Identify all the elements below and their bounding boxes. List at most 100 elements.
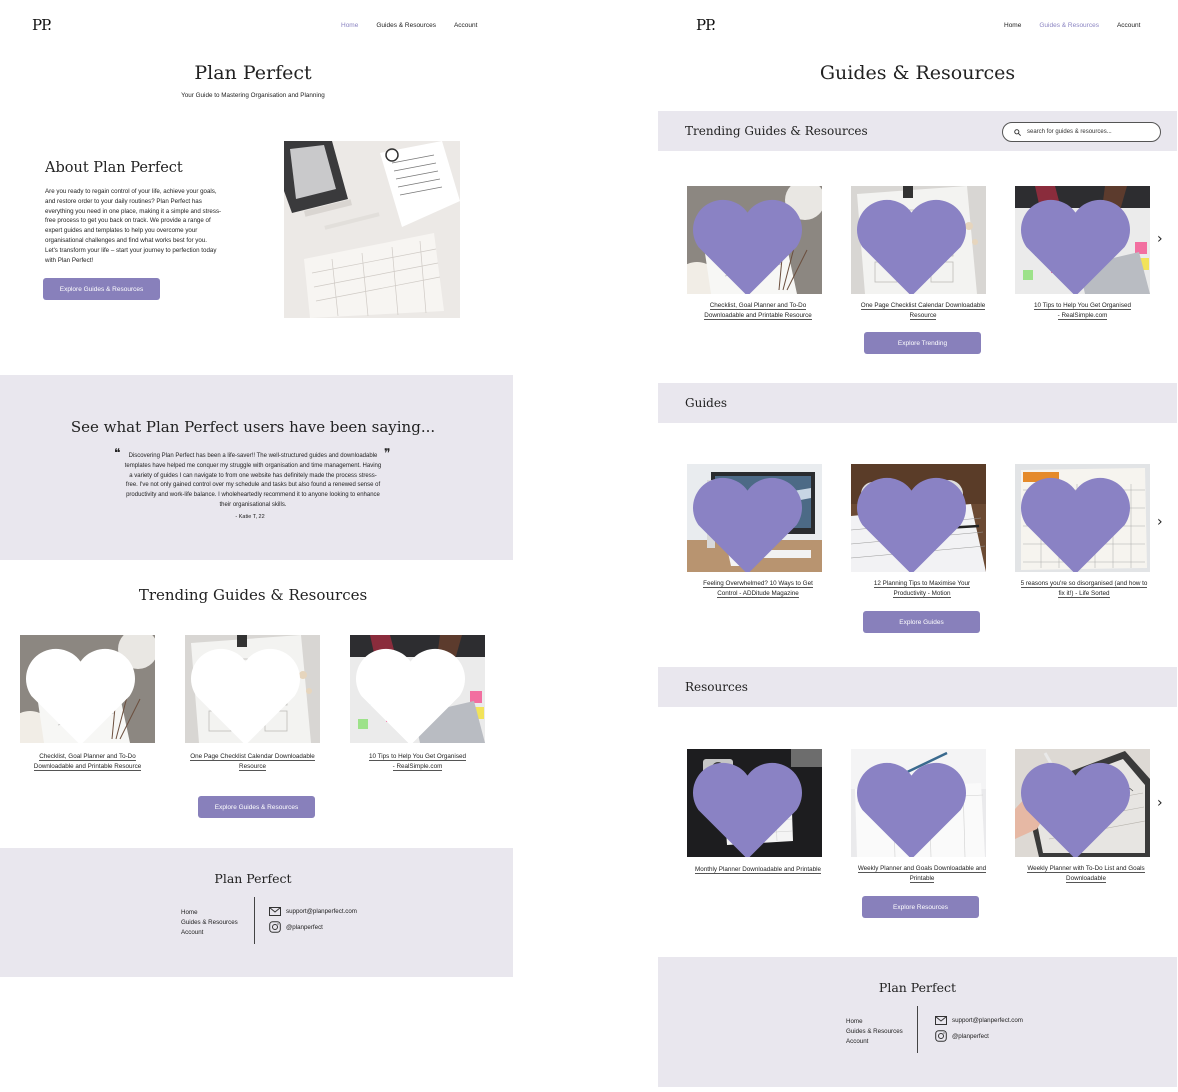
footer-instagram[interactable]: @planperfect [269,921,323,933]
heart-icon[interactable] [185,642,313,743]
testimonial-line: productivity and work-life balance. I wh… [126,492,380,499]
nav-account[interactable]: Account [454,22,478,29]
heart-icon[interactable] [1015,756,1143,857]
mail-icon [269,907,281,916]
home-trending-explore-button[interactable]: Explore Guides & Resources [198,796,315,818]
logo[interactable]: PP. [696,16,716,34]
trending-card-2-caption[interactable]: One Page Checklist Calendar Downloadable… [851,301,995,320]
nav-home[interactable]: Home [1004,22,1021,29]
heart-icon[interactable] [851,193,979,294]
testimonial-line: a variety of guides I can navigate to fr… [129,472,377,479]
about-line: with Plan Perfect! [45,256,94,264]
footer-links: Home Guides & Resources Account [181,908,238,937]
testimonial-line: their organisational skills. [219,501,287,508]
nav-home[interactable]: Home [341,22,358,29]
nav-guides[interactable]: Guides & Resources [1039,22,1099,29]
home-trending-title: Trending Guides & Resources [138,586,368,604]
guide-card-3-caption[interactable]: 5 reasons you're so disorganised (and ho… [1015,579,1153,598]
home-nav: Home Guides & Resources Account [341,22,477,29]
heart-icon[interactable] [687,471,815,572]
resource-card-3-caption[interactable]: Weekly Planner with To-Do List and Goals… [1015,864,1157,883]
about-line: and restore order to your daily routines… [45,197,202,205]
guides-nav: Home Guides & Resources Account [1004,22,1140,29]
home-trending-card-3-image[interactable] [350,635,485,743]
footer-title: Plan Perfect [878,980,957,995]
home-trending-card-1-image[interactable] [20,635,155,743]
heart-icon[interactable] [687,193,815,294]
mail-icon [935,1016,947,1025]
footer-title: Plan Perfect [214,871,292,886]
guide-card-1-caption[interactable]: Feeling Overwhelmed? 10 Ways to Get Contr… [687,579,829,598]
footer-link-account[interactable]: Account [181,928,238,938]
guide-card-2-image[interactable] [851,464,986,572]
footer-link-home[interactable]: Home [846,1017,903,1027]
heart-icon[interactable] [851,471,979,572]
explore-trending-button[interactable]: Explore Trending [864,332,981,354]
home-trending-card-1-caption[interactable]: Checklist, Goal Planner and To-Do Downloa… [20,752,155,771]
footer-email[interactable]: support@planperfect.com [269,907,357,916]
resources-heading: Resources [685,680,748,694]
heart-icon[interactable] [1015,471,1143,572]
testimonial-author: - Katie T, 22 [235,514,265,520]
footer-email[interactable]: support@planperfect.com [935,1016,1023,1025]
footer-divider [254,897,255,944]
chevron-right-icon[interactable]: › [1157,231,1163,247]
about-image [284,141,460,318]
testimonial-line: free. I've not only gained control over … [125,482,381,489]
footer-link-guides[interactable]: Guides & Resources [181,918,238,928]
resource-card-1-caption[interactable]: Monthly Planner Downloadable and Printab… [687,865,829,875]
resource-card-2-caption[interactable]: Weekly Planner and Goals Downloadable an… [851,864,993,883]
footer-instagram[interactable]: @planperfect [935,1030,989,1042]
heart-icon[interactable] [20,642,148,743]
page-title: Guides & Resources [819,62,1016,84]
guide-card-3-image[interactable] [1015,464,1150,572]
guide-card-1-image[interactable] [687,464,822,572]
testimonial-title: See what Plan Perfect users have been sa… [70,418,436,436]
trending-card-3-image[interactable] [1015,186,1150,294]
resource-card-3-image[interactable] [1015,749,1150,857]
chevron-right-icon[interactable]: › [1157,795,1163,811]
home-trending-card-3-caption[interactable]: 10 Tips to Help You Get Organised - RealS… [350,752,485,771]
trending-card-2-image[interactable] [851,186,986,294]
heart-icon[interactable] [350,642,478,743]
nav-account[interactable]: Account [1117,22,1141,29]
guides-heading: Guides [685,396,728,410]
heart-icon[interactable] [1015,193,1143,294]
about-explore-button[interactable]: Explore Guides & Resources [43,278,160,300]
about-line: Are you ready to regain control of your … [45,188,217,195]
resource-card-1-image[interactable] [687,749,822,857]
heart-icon[interactable] [687,756,815,857]
guide-card-2-caption[interactable]: 12 Planning Tips to Maximise Your Product… [851,579,993,598]
resource-card-2-image[interactable] [851,749,986,857]
testimonial-line: Discovering Plan Perfect has been a life… [128,453,378,459]
about-line: organisational challenges and find what … [45,236,208,244]
logo[interactable]: PP. [32,16,52,34]
hero-title: Plan Perfect [194,62,312,84]
guides-header-bar [658,383,1177,423]
instagram-icon [935,1030,947,1042]
search-input[interactable]: search for guides & resources... [1002,122,1161,142]
about-line: Let's transform your life – start your j… [45,246,217,254]
search-placeholder: search for guides & resources... [1027,129,1112,135]
trending-card-3-caption[interactable]: 10 Tips to Help You Get Organised - RealS… [1015,301,1150,320]
about-line: free process to get you back on track. W… [45,217,211,225]
trending-card-1-caption[interactable]: Checklist, Goal Planner and To-Do Downloa… [687,301,829,320]
footer-link-account[interactable]: Account [846,1037,903,1047]
about-title: About Plan Perfect [45,160,183,176]
hero-subtitle: Your Guide to Mastering Organisation and… [181,92,325,99]
home-trending-card-2-image[interactable] [185,635,320,743]
search-icon [1014,128,1021,136]
trending-card-1-image[interactable] [687,186,822,294]
testimonial-line: templates have helped me conquer my stru… [124,462,382,469]
explore-guides-button[interactable]: Explore Guides [863,611,980,633]
explore-resources-button[interactable]: Explore Resources [862,896,979,918]
home-trending-card-2-caption[interactable]: One Page Checklist Calendar Downloadable… [185,752,320,771]
footer-link-guides[interactable]: Guides & Resources [846,1027,903,1037]
instagram-icon [269,921,281,933]
footer-link-home[interactable]: Home [181,908,238,918]
footer-divider [917,1006,918,1053]
nav-guides[interactable]: Guides & Resources [376,22,436,29]
chevron-right-icon[interactable]: › [1157,514,1163,530]
heart-icon[interactable] [851,756,979,857]
about-line: expert guides and templates to help you … [45,227,198,235]
